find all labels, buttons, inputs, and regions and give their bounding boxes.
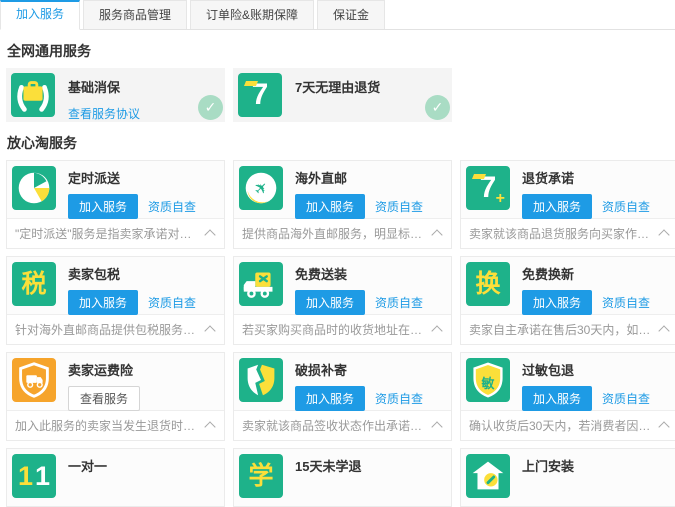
join-service-button[interactable]: 加入服务 — [68, 290, 138, 315]
collapse-chevron-icon[interactable] — [431, 229, 442, 240]
service-card-basic-consumer-protection: 基础消保 查看服务协议 ✓ — [6, 68, 225, 122]
tax-character-icon: 税 — [12, 262, 56, 306]
card-title: 15天未学退 — [295, 456, 361, 475]
tab-bar: 加入服务 服务商品管理 订单险&账期保障 保证金 — [0, 0, 675, 30]
join-service-button[interactable]: 加入服务 — [522, 194, 592, 219]
split-shield-icon — [239, 358, 283, 402]
collapse-chevron-icon[interactable] — [204, 421, 215, 432]
section-title-fangxintao-services: 放心淘服务 — [7, 133, 675, 153]
joined-check-icon: ✓ — [425, 95, 450, 120]
qualification-self-check-link[interactable]: 资质自查 — [375, 198, 423, 215]
one-on-one-icon: 1 1 — [12, 454, 56, 498]
qualification-self-check-link[interactable]: 资质自查 — [148, 294, 196, 311]
service-card-door-to-door-installation: 上门安装 — [460, 448, 675, 507]
service-card-overseas-direct-mail: ✈ 海外直邮 加入服务 资质自查 提供商品海外直邮服务，明显标识吸引海淘买家..… — [233, 160, 452, 249]
qualification-self-check-link[interactable]: 资质自查 — [602, 294, 650, 311]
exchange-character-icon: 换 — [466, 262, 510, 306]
service-description: 卖家自主承诺在售后30天内，如发现商品出现... — [469, 321, 652, 338]
seven-dash-accent — [244, 81, 258, 86]
join-service-button[interactable]: 加入服务 — [295, 194, 365, 219]
service-card-7day-no-reason-return: 7 7天无理由退货 ✓ — [233, 68, 452, 122]
card-title: 上门安装 — [522, 456, 574, 475]
service-description: 卖家就该商品签收状态作出承诺，自商品签收之... — [242, 417, 425, 434]
study-character-icon: 学 — [239, 454, 283, 498]
qualification-self-check-link[interactable]: 资质自查 — [375, 294, 423, 311]
services-grid: 定时派送 加入服务 资质自查 "定时派送"服务是指卖家承诺对于其店铺内含有"..… — [6, 160, 675, 507]
collapse-chevron-icon[interactable] — [658, 421, 669, 432]
service-card-seller-shipping-insurance: 卖家运费险 查看服务 加入此服务的卖家当发生退货时，产生的退货运... — [6, 352, 225, 441]
card-title: 退货承诺 — [522, 168, 650, 187]
clock-icon — [12, 166, 56, 210]
join-service-button[interactable]: 加入服务 — [522, 386, 592, 411]
service-card-15day-course-refund: 学 15天未学退 — [233, 448, 452, 507]
tab-join-service[interactable]: 加入服务 — [0, 0, 80, 30]
qualification-self-check-link[interactable]: 资质自查 — [602, 198, 650, 215]
service-card-one-on-one: 1 1 一对一 — [6, 448, 225, 507]
tab-order-insurance-payment-guarantee[interactable]: 订单险&账期保障 — [190, 0, 314, 29]
join-service-button[interactable]: 加入服务 — [522, 290, 592, 315]
collapse-chevron-icon[interactable] — [658, 229, 669, 240]
section-title-universal-services: 全网通用服务 — [7, 41, 675, 61]
service-card-free-delivery-installation: 免费送装 加入服务 资质自查 若买家购买商品时的收货地址在卖家承诺的区域... — [233, 256, 452, 345]
collapse-chevron-icon[interactable] — [658, 325, 669, 336]
seller-services-page: 加入服务 服务商品管理 订单险&账期保障 保证金 全网通用服务 基础消保 查看服… — [0, 0, 675, 507]
service-card-return-promise: 7 + 退货承诺 加入服务 资质自查 卖家就该商品退货服务向买家作出承诺，自商品… — [460, 160, 675, 249]
service-card-damage-reshipment: 破损补寄 加入服务 资质自查 卖家就该商品签收状态作出承诺，自商品签收之... — [233, 352, 452, 441]
card-title: 过敏包退 — [522, 360, 650, 379]
view-service-agreement-link[interactable]: 查看服务协议 — [68, 105, 140, 122]
service-description: 确认收货后30天内，若消费者因使用该商品引... — [469, 417, 652, 434]
collapse-chevron-icon[interactable] — [204, 229, 215, 240]
collapse-chevron-icon[interactable] — [204, 325, 215, 336]
delivery-truck-icon — [239, 262, 283, 306]
service-card-scheduled-delivery: 定时派送 加入服务 资质自查 "定时派送"服务是指卖家承诺对于其店铺内含有"..… — [6, 160, 225, 249]
service-card-free-replacement: 换 免费换新 加入服务 资质自查 卖家自主承诺在售后30天内，如发现商品出现..… — [460, 256, 675, 345]
shield-truck-icon — [12, 358, 56, 402]
collapse-chevron-icon[interactable] — [431, 421, 442, 432]
service-description: 提供商品海外直邮服务，明显标识吸引海淘买家... — [242, 225, 425, 242]
join-service-button[interactable]: 加入服务 — [295, 386, 365, 411]
card-title: 一对一 — [68, 456, 107, 475]
card-title: 卖家包税 — [68, 264, 196, 283]
service-description: "定时派送"服务是指卖家承诺对于其店铺内含有"... — [15, 225, 198, 242]
service-description: 针对海外直邮商品提供包税服务，降低买家海淘... — [15, 321, 198, 338]
service-description: 卖家就该商品退货服务向买家作出承诺，自商品... — [469, 225, 652, 242]
qualification-self-check-link[interactable]: 资质自查 — [602, 390, 650, 407]
card-title: 基础消保 — [68, 77, 140, 96]
card-title: 破损补寄 — [295, 360, 423, 379]
tab-service-product-management[interactable]: 服务商品管理 — [83, 0, 187, 29]
house-wrench-icon — [466, 454, 510, 498]
service-card-allergy-refund: 敏 过敏包退 加入服务 资质自查 确认收货后30天内，若消费者因使用该商品引..… — [460, 352, 675, 441]
joined-check-icon: ✓ — [198, 95, 223, 120]
seven-dash-accent — [472, 174, 486, 179]
join-service-button[interactable]: 加入服务 — [295, 290, 365, 315]
briefcase-hands-icon — [11, 73, 55, 117]
service-description: 若买家购买商品时的收货地址在卖家承诺的区域... — [242, 321, 425, 338]
seven-icon: 7 — [238, 73, 282, 117]
allergy-shield-icon: 敏 — [466, 358, 510, 402]
card-title: 海外直邮 — [295, 168, 423, 187]
join-service-button[interactable]: 加入服务 — [68, 194, 138, 219]
service-description: 加入此服务的卖家当发生退货时，产生的退货运... — [15, 417, 198, 434]
card-title: 定时派送 — [68, 168, 196, 187]
card-title: 卖家运费险 — [68, 360, 140, 379]
qualification-self-check-link[interactable]: 资质自查 — [148, 198, 196, 215]
card-title: 免费送装 — [295, 264, 423, 283]
card-title: 免费换新 — [522, 264, 650, 283]
airplane-icon: ✈ — [239, 166, 283, 210]
tab-deposit[interactable]: 保证金 — [317, 0, 385, 29]
view-service-button[interactable]: 查看服务 — [68, 386, 140, 411]
universal-services-row: 基础消保 查看服务协议 ✓ 7 7天无理由退货 ✓ — [6, 68, 675, 122]
card-title: 7天无理由退货 — [295, 77, 380, 96]
qualification-self-check-link[interactable]: 资质自查 — [375, 390, 423, 407]
service-card-seller-tax-included: 税 卖家包税 加入服务 资质自查 针对海外直邮商品提供包税服务，降低买家海淘..… — [6, 256, 225, 345]
collapse-chevron-icon[interactable] — [431, 325, 442, 336]
seven-plus-icon: 7 + — [466, 166, 510, 210]
